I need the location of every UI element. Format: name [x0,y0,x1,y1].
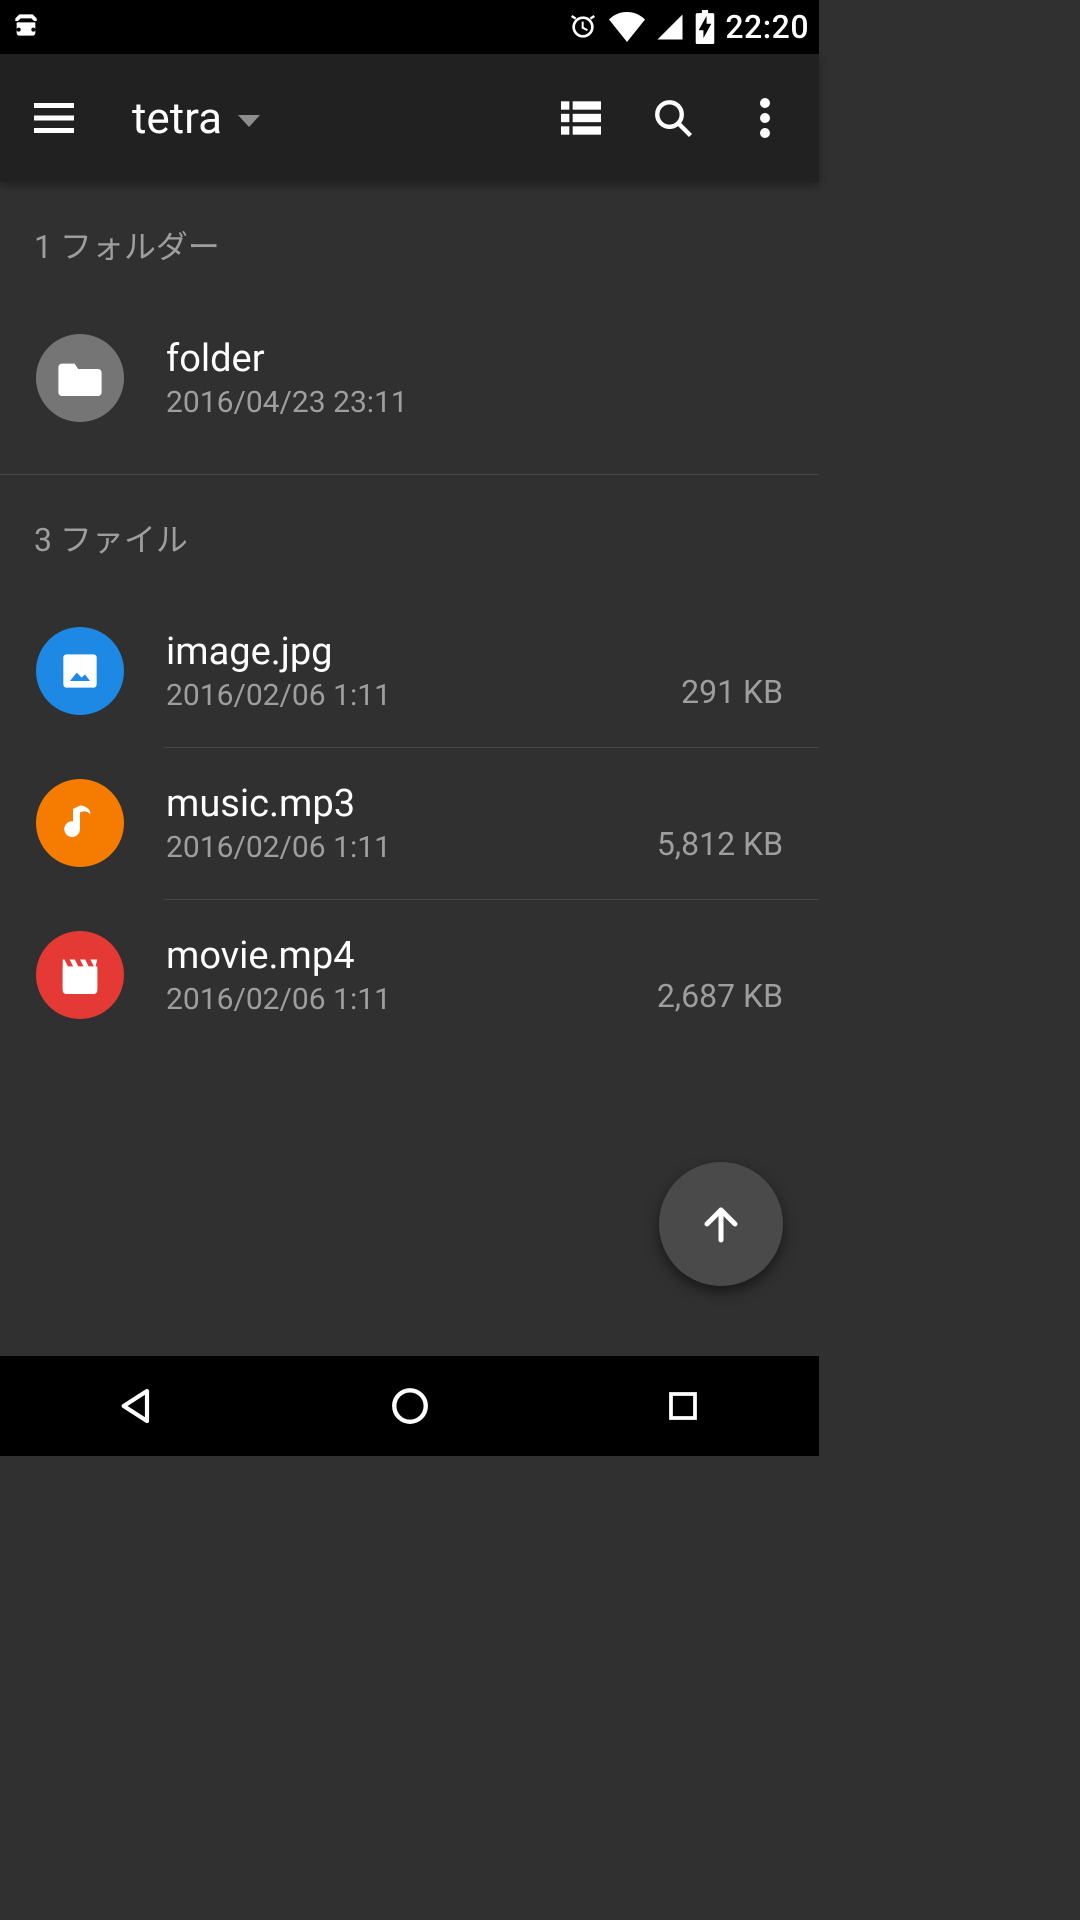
file-size: 2,687 KB [657,977,783,1019]
appbar-title-dropdown[interactable]: tetra [132,92,260,144]
file-row[interactable]: movie.mp4 2016/02/06 1:11 2,687 KB [0,899,819,1051]
debug-icon [10,9,42,45]
files-section-header: 3 ファイル [0,475,819,571]
folder-row[interactable]: folder 2016/04/23 23:11 [0,302,819,454]
appbar-actions [545,82,801,154]
upload-fab[interactable] [659,1162,783,1286]
back-button[interactable] [77,1371,197,1441]
file-date: 2016/02/06 1:11 [166,982,615,1017]
status-left [10,9,42,45]
status-bar: 22:20 [0,0,819,54]
folder-icon [36,334,124,422]
status-time: 22:20 [725,8,809,46]
recents-button[interactable] [623,1371,743,1441]
file-name: movie.mp4 [166,934,615,978]
folders-section-header: 1 フォルダー [0,182,819,278]
file-size: 5,812 KB [657,825,783,867]
file-row[interactable]: image.jpg 2016/02/06 1:11 291 KB [0,595,819,747]
folder-name: folder [166,337,783,381]
menu-button[interactable] [18,82,90,154]
file-size: 291 KB [681,673,783,715]
cell-signal-icon [655,12,685,42]
music-icon [36,779,124,867]
wifi-icon [609,12,645,42]
folder-date: 2016/04/23 23:11 [166,385,783,420]
battery-charging-icon [695,10,715,44]
view-list-button[interactable] [545,82,617,154]
search-button[interactable] [637,82,709,154]
status-right: 22:20 [567,8,809,46]
home-button[interactable] [350,1371,470,1441]
appbar-title-text: tetra [132,92,222,144]
file-name: image.jpg [166,630,639,674]
file-date: 2016/02/06 1:11 [166,830,615,865]
file-row[interactable]: music.mp3 2016/02/06 1:11 5,812 KB [0,747,819,899]
navigation-bar [0,1356,819,1456]
movie-icon [36,931,124,1019]
overflow-menu-button[interactable] [729,82,801,154]
dropdown-icon [238,115,260,127]
app-bar: tetra [0,54,819,182]
alarm-icon [567,11,599,43]
image-icon [36,627,124,715]
file-name: music.mp3 [166,782,615,826]
file-date: 2016/02/06 1:11 [166,678,639,713]
